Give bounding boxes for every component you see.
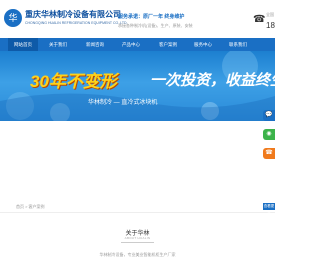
section-divider bbox=[121, 242, 154, 243]
nav-item-contact[interactable]: 联系我们 bbox=[223, 38, 253, 51]
breadcrumb[interactable]: 首页 > 客户案例 bbox=[16, 204, 45, 210]
company-name-english: CHONGQING HUALIN REFRIGERATION EQUIPMENT… bbox=[25, 21, 128, 25]
section-subtitle: ABOUT HUALIN bbox=[124, 236, 151, 240]
banner-headline-yellow: 30年不变形 bbox=[30, 72, 117, 91]
more-button[interactable]: 查看更多 bbox=[263, 203, 275, 215]
site-header: 华 重庆华林制冷设备有限公司 CHONGQING HUALIN REFRIGER… bbox=[0, 0, 275, 38]
service-slogan: 服务承诺：原厂一年 终身维护 bbox=[118, 14, 185, 20]
nav-item-products[interactable]: 产品中心 bbox=[116, 38, 146, 51]
phone-icon: ☎ bbox=[253, 14, 266, 25]
nav-item-cases[interactable]: 客户案例 bbox=[153, 38, 183, 51]
banner-headline-white: 一次投资，收益终生 bbox=[150, 72, 275, 89]
banner-subline: 华林制冷 — 直冷式冰块机 bbox=[88, 100, 158, 106]
company-name: 重庆华林制冷设备有限公司 bbox=[25, 10, 121, 19]
nav-item-service[interactable]: 服务中心 bbox=[188, 38, 218, 51]
nav-item-about[interactable]: 关于我们 bbox=[43, 38, 73, 51]
chat-icon[interactable]: 💬 bbox=[263, 110, 275, 121]
wechat-icon[interactable]: ◉ bbox=[263, 129, 275, 140]
phone-number: 18 bbox=[266, 21, 275, 30]
hero-banner[interactable]: 30年不变形 一次投资，收益终生 华林制冷 — 直冷式冰块机 bbox=[0, 51, 275, 121]
nav-item-home[interactable]: 网站首页 bbox=[8, 38, 38, 51]
phone-icon[interactable]: ☎ bbox=[263, 148, 275, 159]
service-subtext: 承接各种制冷机(设备)、生产、原装、安装 bbox=[118, 23, 193, 28]
main-nav: 网站首页 关于我们 新闻咨询 产品中心 客户案例 服务中心 联系我们 bbox=[0, 38, 275, 51]
nav-item-news[interactable]: 新闻咨询 bbox=[80, 38, 110, 51]
phone-label: 全国 bbox=[266, 12, 274, 17]
company-logo[interactable]: 华 bbox=[4, 9, 22, 27]
section-text: 华林制冷设备，专业美业智能机柜生产厂家 bbox=[99, 252, 176, 257]
